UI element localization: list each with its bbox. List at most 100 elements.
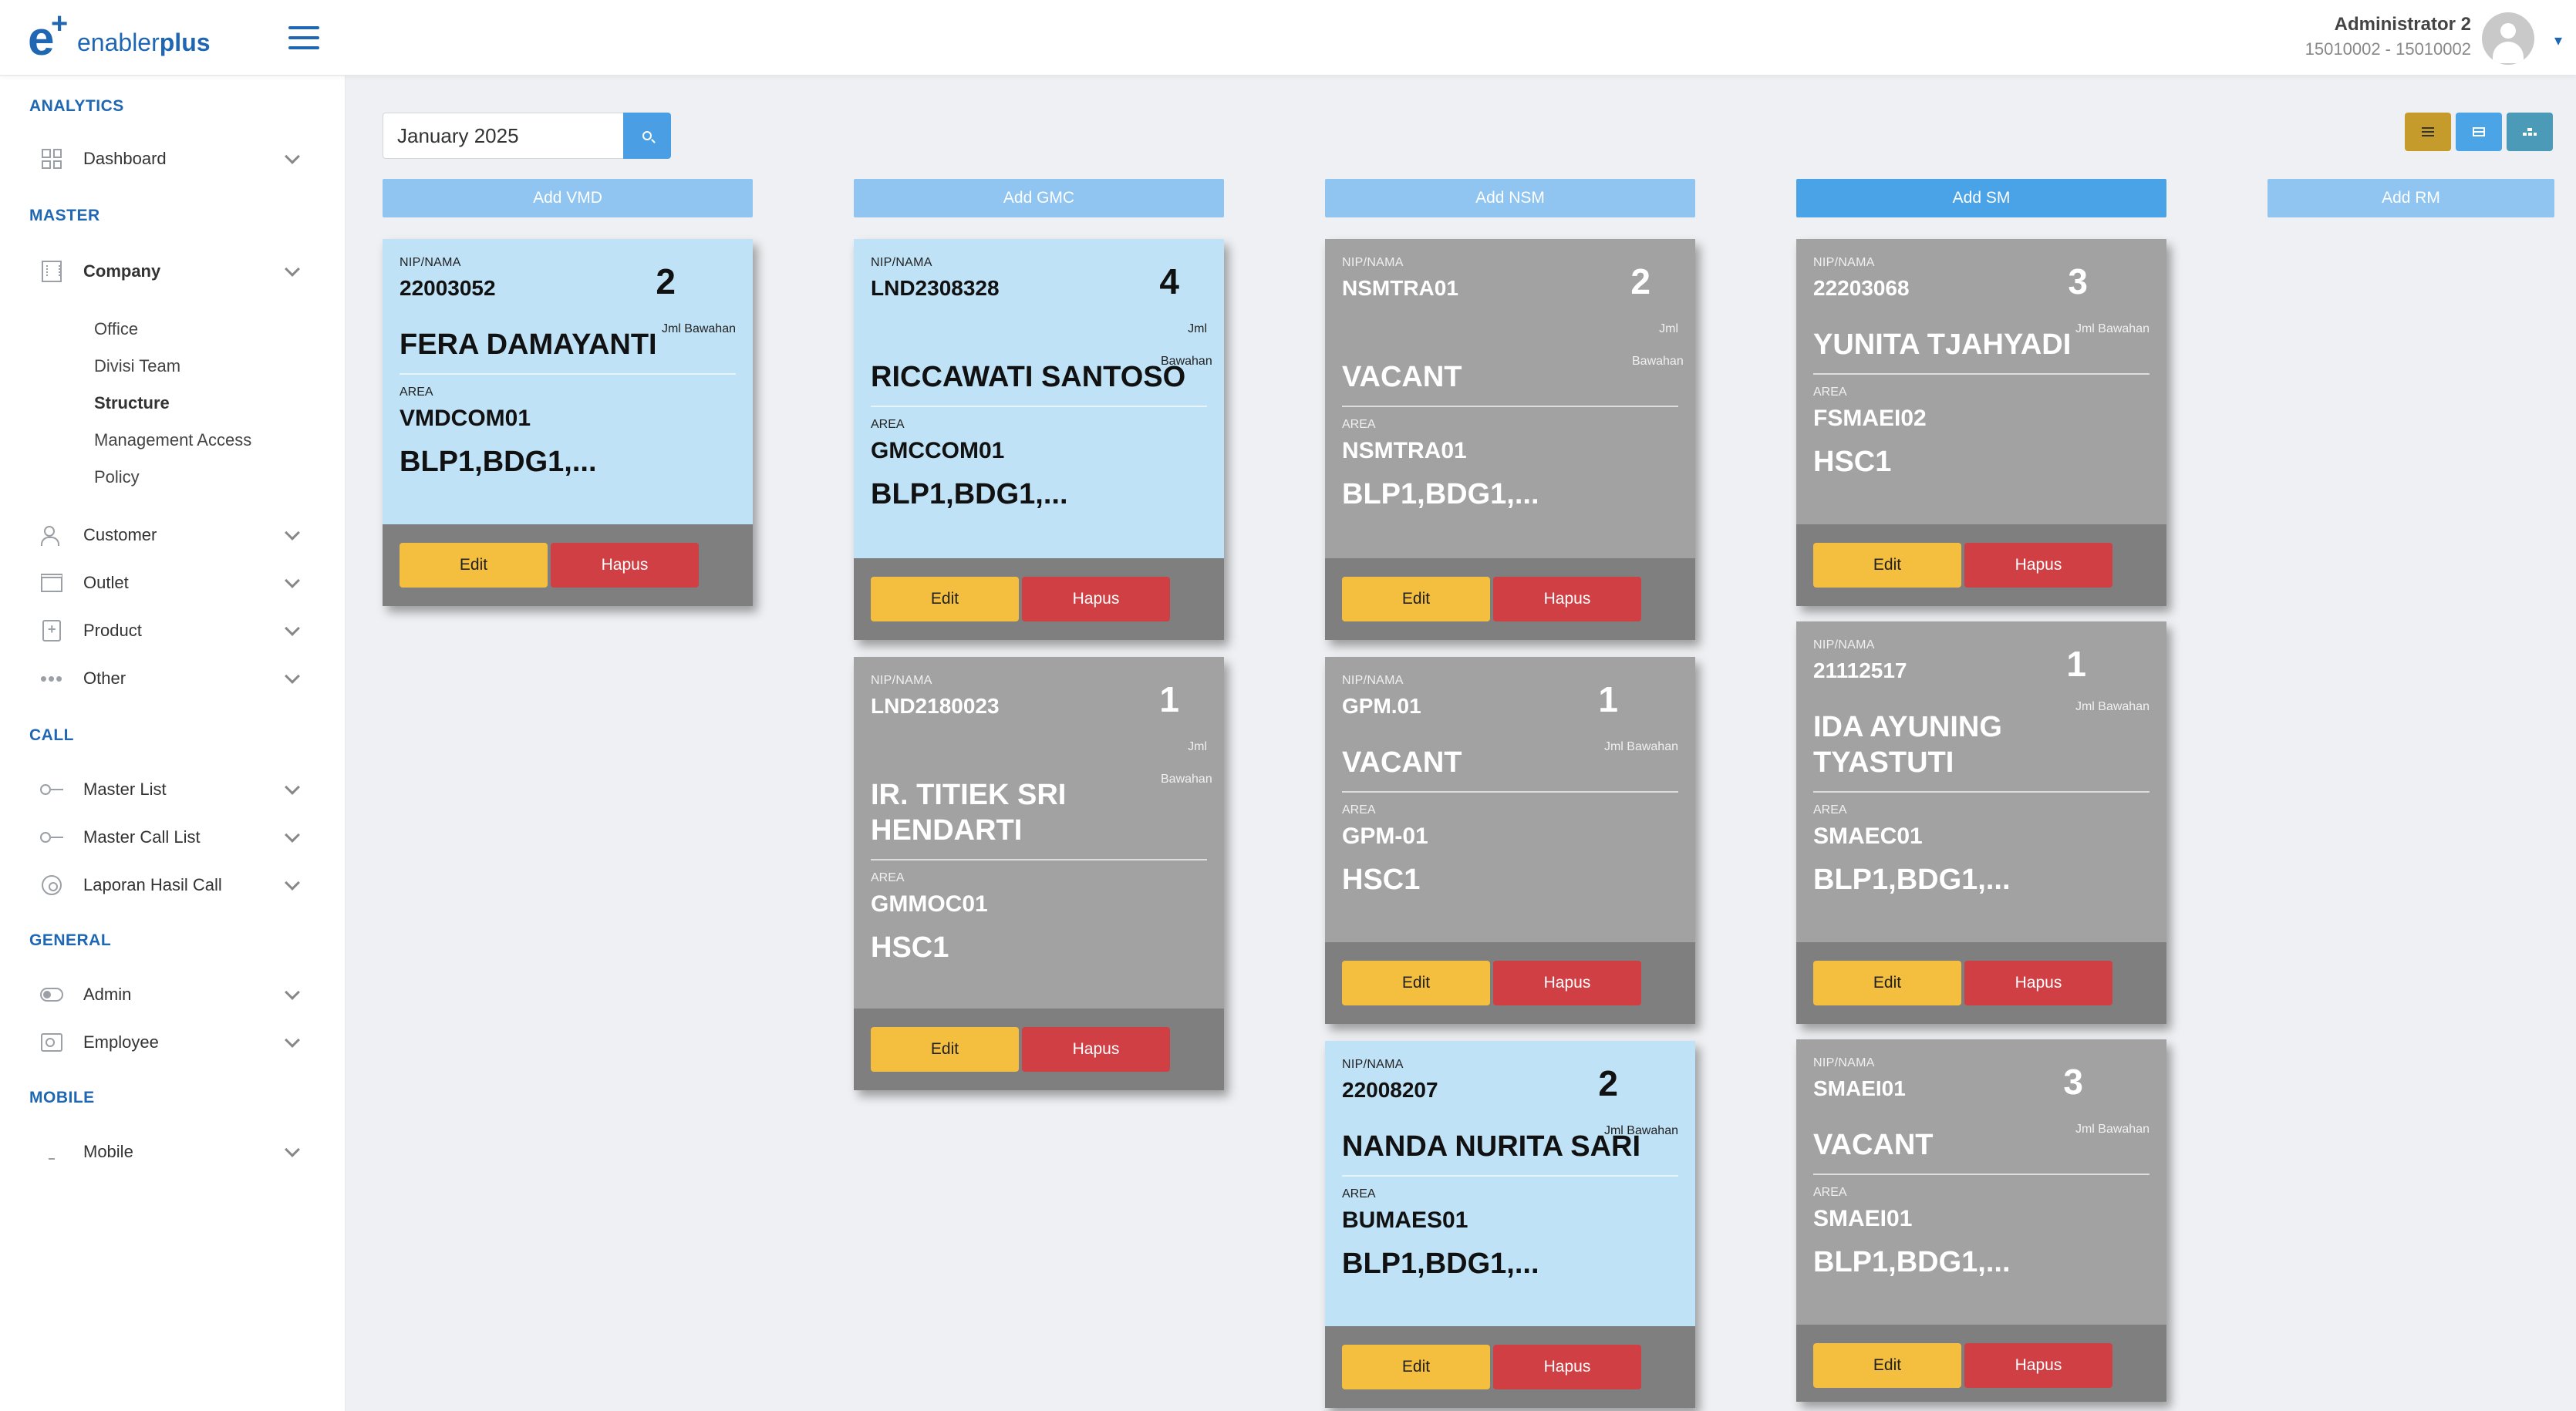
sidebar-item-company[interactable]: Company xyxy=(40,254,310,288)
section-analytics: ANALYTICS xyxy=(29,97,124,115)
add-gmc-button[interactable]: Add GMC xyxy=(854,179,1224,217)
edit-button[interactable]: Edit xyxy=(1342,961,1490,1005)
user-name: Administrator 2 xyxy=(2334,14,2471,35)
subordinate-label: Jml Bawahan xyxy=(1603,1124,1678,1137)
org-chart-icon xyxy=(2523,128,2537,136)
subordinate-count: 3 xyxy=(2068,261,2088,301)
top-header: e + enablerplus Administrator 2 15010002 … xyxy=(0,0,2576,76)
nip-value: GPM.01 xyxy=(1342,694,1421,718)
chevron-down-icon xyxy=(285,1142,300,1157)
employee-name: RICCAWATI SANTOSO xyxy=(871,359,1207,407)
area-list: HSC1 xyxy=(1342,864,1421,896)
area-list: BLP1,BDG1,... xyxy=(400,446,597,478)
employee-card: NIP/NAMA 22003052 2 Jml Bawahan FERA DAM… xyxy=(383,239,753,606)
sidebar-subitem-divisi-team[interactable]: Divisi Team xyxy=(94,356,180,376)
period-input[interactable] xyxy=(383,113,623,159)
edit-button[interactable]: Edit xyxy=(871,577,1019,621)
chevron-down-icon xyxy=(285,985,300,1000)
edit-button[interactable]: Edit xyxy=(400,543,548,588)
edit-button[interactable]: Edit xyxy=(1342,1345,1490,1389)
delete-button[interactable]: Hapus xyxy=(1022,577,1170,621)
sidebar-item-mobile[interactable]: Mobile xyxy=(40,1135,310,1169)
sidebar-item-admin[interactable]: Admin xyxy=(40,978,310,1012)
employee-name: IR. TITIEK SRI HENDARTI xyxy=(871,777,1207,860)
delete-button[interactable]: Hapus xyxy=(1022,1027,1170,1072)
area-label: AREA xyxy=(871,871,905,884)
sidebar-item-dashboard[interactable]: Dashboard xyxy=(40,142,310,176)
list-view-button[interactable] xyxy=(2405,113,2451,151)
sidebar-item-label: Master List xyxy=(83,780,167,799)
sidebar-subitem-office[interactable]: Office xyxy=(94,319,138,339)
logo-mark: e + xyxy=(28,8,69,66)
subordinate-count: 1 xyxy=(2066,644,2086,684)
edit-button[interactable]: Edit xyxy=(1813,1343,1961,1388)
nip-label: NIP/NAMA xyxy=(1342,1058,1404,1071)
table-view-button[interactable] xyxy=(2456,113,2502,151)
sidebar-item-label: Mobile xyxy=(83,1142,133,1161)
sidebar-subitem-structure[interactable]: Structure xyxy=(94,393,170,413)
area-code: SMAEI01 xyxy=(1813,1206,1913,1231)
delete-button[interactable]: Hapus xyxy=(551,543,699,588)
sidebar-item-master-list[interactable]: Master List xyxy=(40,773,310,807)
employee-card: NIP/NAMA LND2308328 4 Jml Bawahan RICCAW… xyxy=(854,239,1224,640)
chevron-down-icon xyxy=(285,525,300,540)
area-label: AREA xyxy=(1342,418,1376,431)
sidebar-item-employee[interactable]: Employee xyxy=(40,1025,310,1059)
users-icon xyxy=(40,524,63,547)
edit-button[interactable]: Edit xyxy=(1813,543,1961,588)
section-master: MASTER xyxy=(29,207,100,224)
id-badge-icon xyxy=(40,1031,63,1054)
list-icon xyxy=(2422,127,2434,136)
sidebar-item-customer[interactable]: Customer xyxy=(40,518,310,552)
user-id: 15010002 - 15010002 xyxy=(2305,39,2471,59)
edit-button[interactable]: Edit xyxy=(1813,961,1961,1005)
delete-button[interactable]: Hapus xyxy=(1493,961,1641,1005)
sidebar-item-outlet[interactable]: Outlet xyxy=(40,566,310,600)
area-code: GMCCOM01 xyxy=(871,438,1005,463)
subordinate-count: 2 xyxy=(656,261,676,301)
sidebar-subitem-policy[interactable]: Policy xyxy=(94,467,140,487)
nip-value: LND2308328 xyxy=(871,276,1000,300)
nip-label: NIP/NAMA xyxy=(871,674,932,687)
search-button[interactable] xyxy=(623,113,671,159)
target-icon xyxy=(40,874,63,897)
subordinate-label: Jml Bawahan xyxy=(1603,740,1678,753)
delete-button[interactable]: Hapus xyxy=(1964,961,2112,1005)
add-vmd-button[interactable]: Add VMD xyxy=(383,179,753,217)
subordinate-label: Jml Bawahan xyxy=(2075,1123,2149,1136)
user-caret-down-icon[interactable]: ▾ xyxy=(2554,31,2562,50)
period-picker xyxy=(383,113,671,159)
sidebar-item-master-call-list[interactable]: Master Call List xyxy=(40,820,310,854)
area-label: AREA xyxy=(1342,1187,1376,1201)
sidebar-item-label: Dashboard xyxy=(83,149,167,168)
sidebar-item-product[interactable]: Product xyxy=(40,614,310,648)
user-avatar-icon[interactable] xyxy=(2482,12,2534,65)
sidebar-item-label: Outlet xyxy=(83,573,129,592)
add-nsm-button[interactable]: Add NSM xyxy=(1325,179,1695,217)
delete-button[interactable]: Hapus xyxy=(1964,1343,2112,1388)
add-sm-button[interactable]: Add SM xyxy=(1796,179,2166,217)
sidebar-item-laporan-hasil-call[interactable]: Laporan Hasil Call xyxy=(40,868,310,902)
org-chart-view-button[interactable] xyxy=(2507,113,2553,151)
hamburger-menu-icon[interactable] xyxy=(288,26,319,49)
enablerplus-logo[interactable]: e + enablerplus xyxy=(28,8,211,66)
employee-card: NIP/NAMA 21112517 1 Jml Bawahan IDA AYUN… xyxy=(1796,621,2166,1024)
edit-button[interactable]: Edit xyxy=(871,1027,1019,1072)
add-rm-button[interactable]: Add RM xyxy=(2267,179,2554,217)
nip-label: NIP/NAMA xyxy=(1813,1056,1875,1069)
area-list: BLP1,BDG1,... xyxy=(1342,1248,1539,1280)
nip-label: NIP/NAMA xyxy=(871,256,932,269)
area-list: BLP1,BDG1,... xyxy=(1813,1246,2011,1278)
card-actions: Edit Hapus xyxy=(1325,942,1695,1024)
area-code: GMMOC01 xyxy=(871,891,988,917)
nip-label: NIP/NAMA xyxy=(1342,256,1404,269)
chevron-down-icon xyxy=(285,149,300,164)
sidebar-subitem-management-access[interactable]: Management Access xyxy=(94,430,251,450)
sidebar-item-label: Company xyxy=(83,261,161,281)
delete-button[interactable]: Hapus xyxy=(1964,543,2112,588)
sidebar-item-other[interactable]: ••• Other xyxy=(40,662,310,695)
chevron-down-icon xyxy=(285,261,300,277)
edit-button[interactable]: Edit xyxy=(1342,577,1490,621)
delete-button[interactable]: Hapus xyxy=(1493,1345,1641,1389)
delete-button[interactable]: Hapus xyxy=(1493,577,1641,621)
